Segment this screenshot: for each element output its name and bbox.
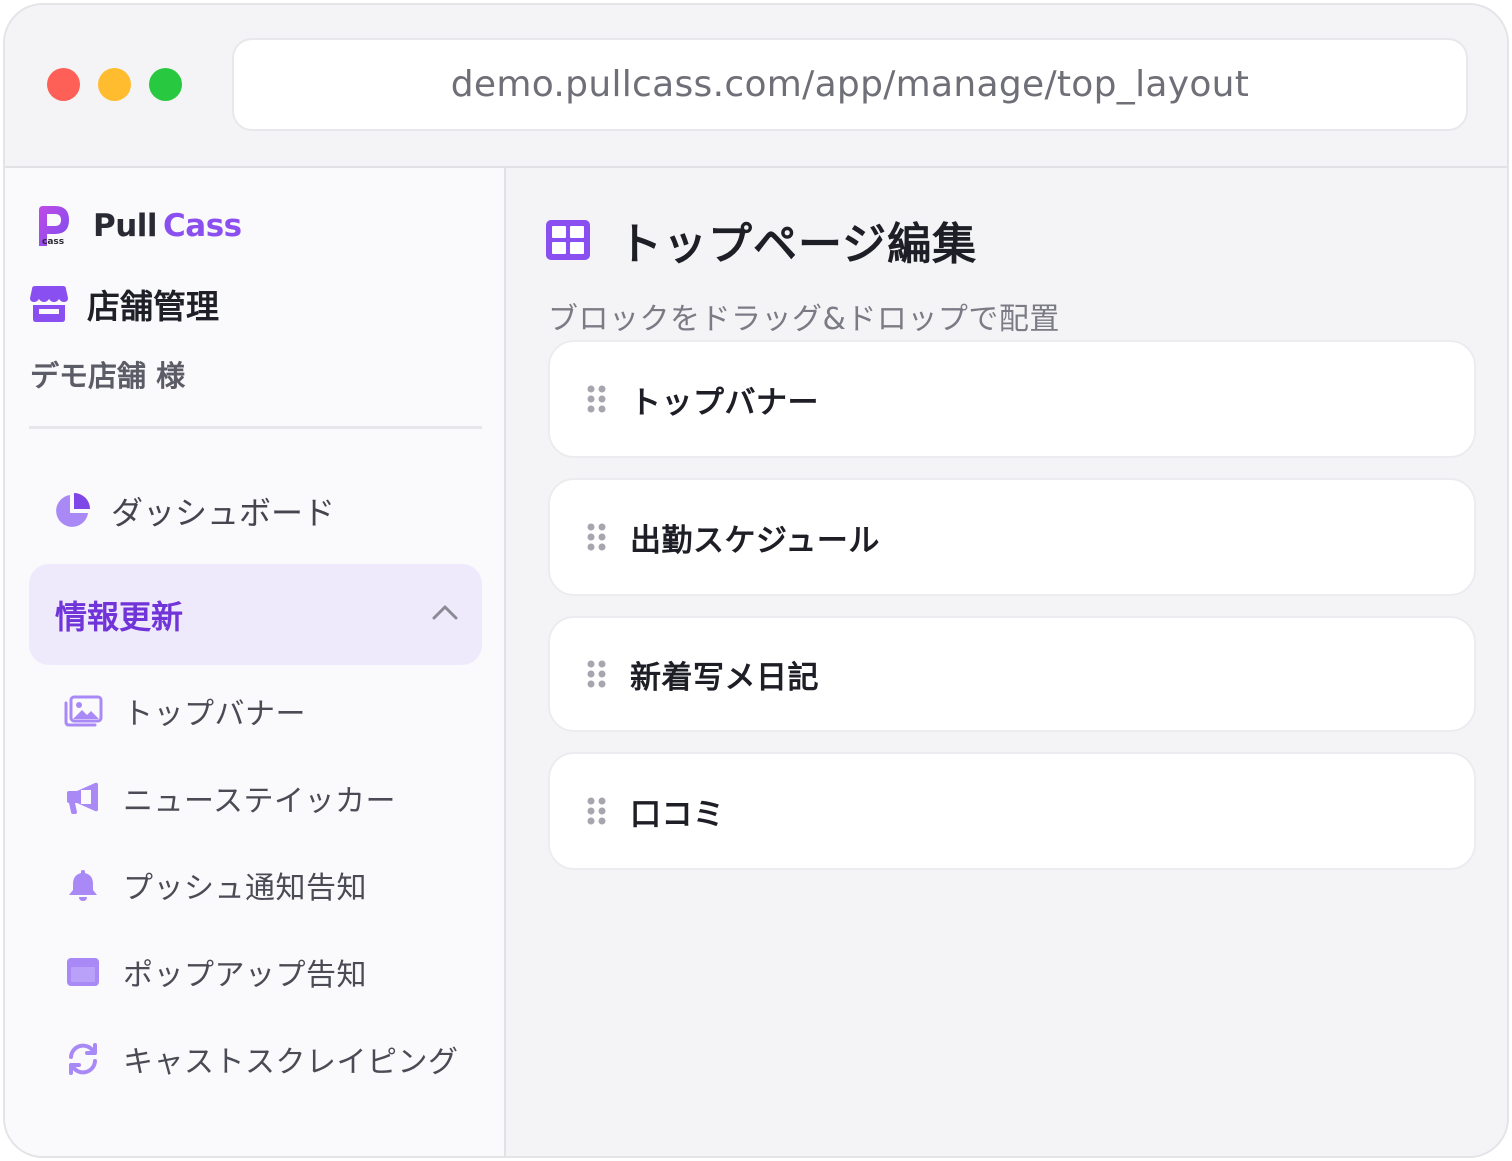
sync-icon — [63, 1039, 103, 1079]
store-user-name: デモ店舗 様 — [30, 359, 186, 393]
window-icon — [63, 952, 103, 992]
sidebar-divider — [29, 426, 482, 429]
sidebar-item-label: プッシュ通知告知 — [123, 871, 367, 906]
minimize-window-button[interactable] — [98, 68, 131, 101]
layout-block-label: トップバナー — [630, 384, 819, 421]
bell-icon — [63, 865, 103, 905]
sidebar-item-top-banner[interactable]: トップバナー — [63, 686, 306, 736]
brand-name-pull: Pull — [93, 208, 158, 244]
sidebar-item-dashboard[interactable]: ダッシュボード — [29, 483, 482, 539]
sidebar-group-label: 情報更新 — [55, 597, 184, 636]
store-title: 店舗管理 — [29, 280, 219, 328]
page-header: トップページ編集 — [544, 208, 977, 272]
sidebar-item-push-notification[interactable]: プッシュ通知告知 — [63, 860, 367, 910]
sidebar-item-label: ニューステイッカー — [123, 784, 396, 819]
layout-block-label: 出勤スケジュール — [630, 522, 880, 559]
sidebar-item-label: キャストスクレイピング — [123, 1045, 459, 1080]
sidebar-item-label: ポップアップ告知 — [123, 958, 367, 993]
drag-handle-icon[interactable] — [586, 384, 608, 414]
page-title: トップページ編集 — [618, 219, 978, 270]
sidebar: cass PullCass 店舗管理 デモ店舗 様 ダッシュボード 情報更新 — [5, 168, 506, 1156]
layout-block[interactable]: 口コミ — [548, 752, 1476, 870]
chevron-up-icon — [432, 605, 458, 620]
store-icon — [30, 286, 68, 322]
maximize-window-button[interactable] — [149, 68, 182, 101]
close-window-button[interactable] — [47, 68, 80, 101]
pie-chart-icon — [56, 493, 90, 527]
layout-block-label: 新着写メ日記 — [630, 659, 819, 696]
address-bar[interactable]: demo.pullcass.com/app/manage/top_layout — [232, 38, 1468, 131]
layout-block[interactable]: トップバナー — [548, 340, 1476, 458]
layout-block-label: 口コミ — [630, 796, 725, 833]
images-icon — [63, 691, 103, 731]
drag-handle-icon[interactable] — [586, 659, 608, 689]
sidebar-item-label: トップバナー — [123, 697, 306, 732]
page-hint: ブロックをドラッグ&ドロップで配置 — [548, 302, 1060, 337]
brand-name: Pull Cass — [93, 208, 242, 244]
store-title-text: 店舗管理 — [87, 287, 219, 326]
drag-handle-icon[interactable] — [586, 522, 608, 552]
sidebar-item-dashboard-label: ダッシュボード — [111, 494, 336, 532]
layout-block[interactable]: 新着写メ日記 — [548, 616, 1476, 732]
layout-block[interactable]: 出勤スケジュール — [548, 478, 1476, 596]
brand-logo-link[interactable]: cass Pull Cass — [33, 202, 242, 250]
pullcass-logo-icon: cass — [39, 206, 69, 247]
megaphone-icon — [63, 778, 103, 818]
brand-name-cass: Cass — [163, 208, 242, 244]
address-url: demo.pullcass.com/app/manage/top_layout — [450, 64, 1250, 105]
browser-titlebar: demo.pullcass.com/app/manage/top_layout — [5, 5, 1507, 168]
sidebar-item-news-ticker[interactable]: ニューステイッカー — [63, 773, 396, 823]
logo-caption: cass — [42, 237, 64, 247]
sidebar-item-popup-notice[interactable]: ポップアップ告知 — [63, 947, 367, 997]
grid-icon — [546, 220, 590, 260]
sidebar-item-cast-scraping[interactable]: キャストスクレイピング — [63, 1034, 459, 1084]
browser-window: demo.pullcass.com/app/manage/top_layout … — [3, 3, 1509, 1158]
drag-handle-icon[interactable] — [586, 796, 608, 826]
sidebar-group-info-update[interactable]: 情報更新 — [29, 564, 482, 665]
main-content: トップページ編集 ブロックをドラッグ&ドロップで配置 トップバナー 出勤スケジュ… — [508, 168, 1507, 1156]
